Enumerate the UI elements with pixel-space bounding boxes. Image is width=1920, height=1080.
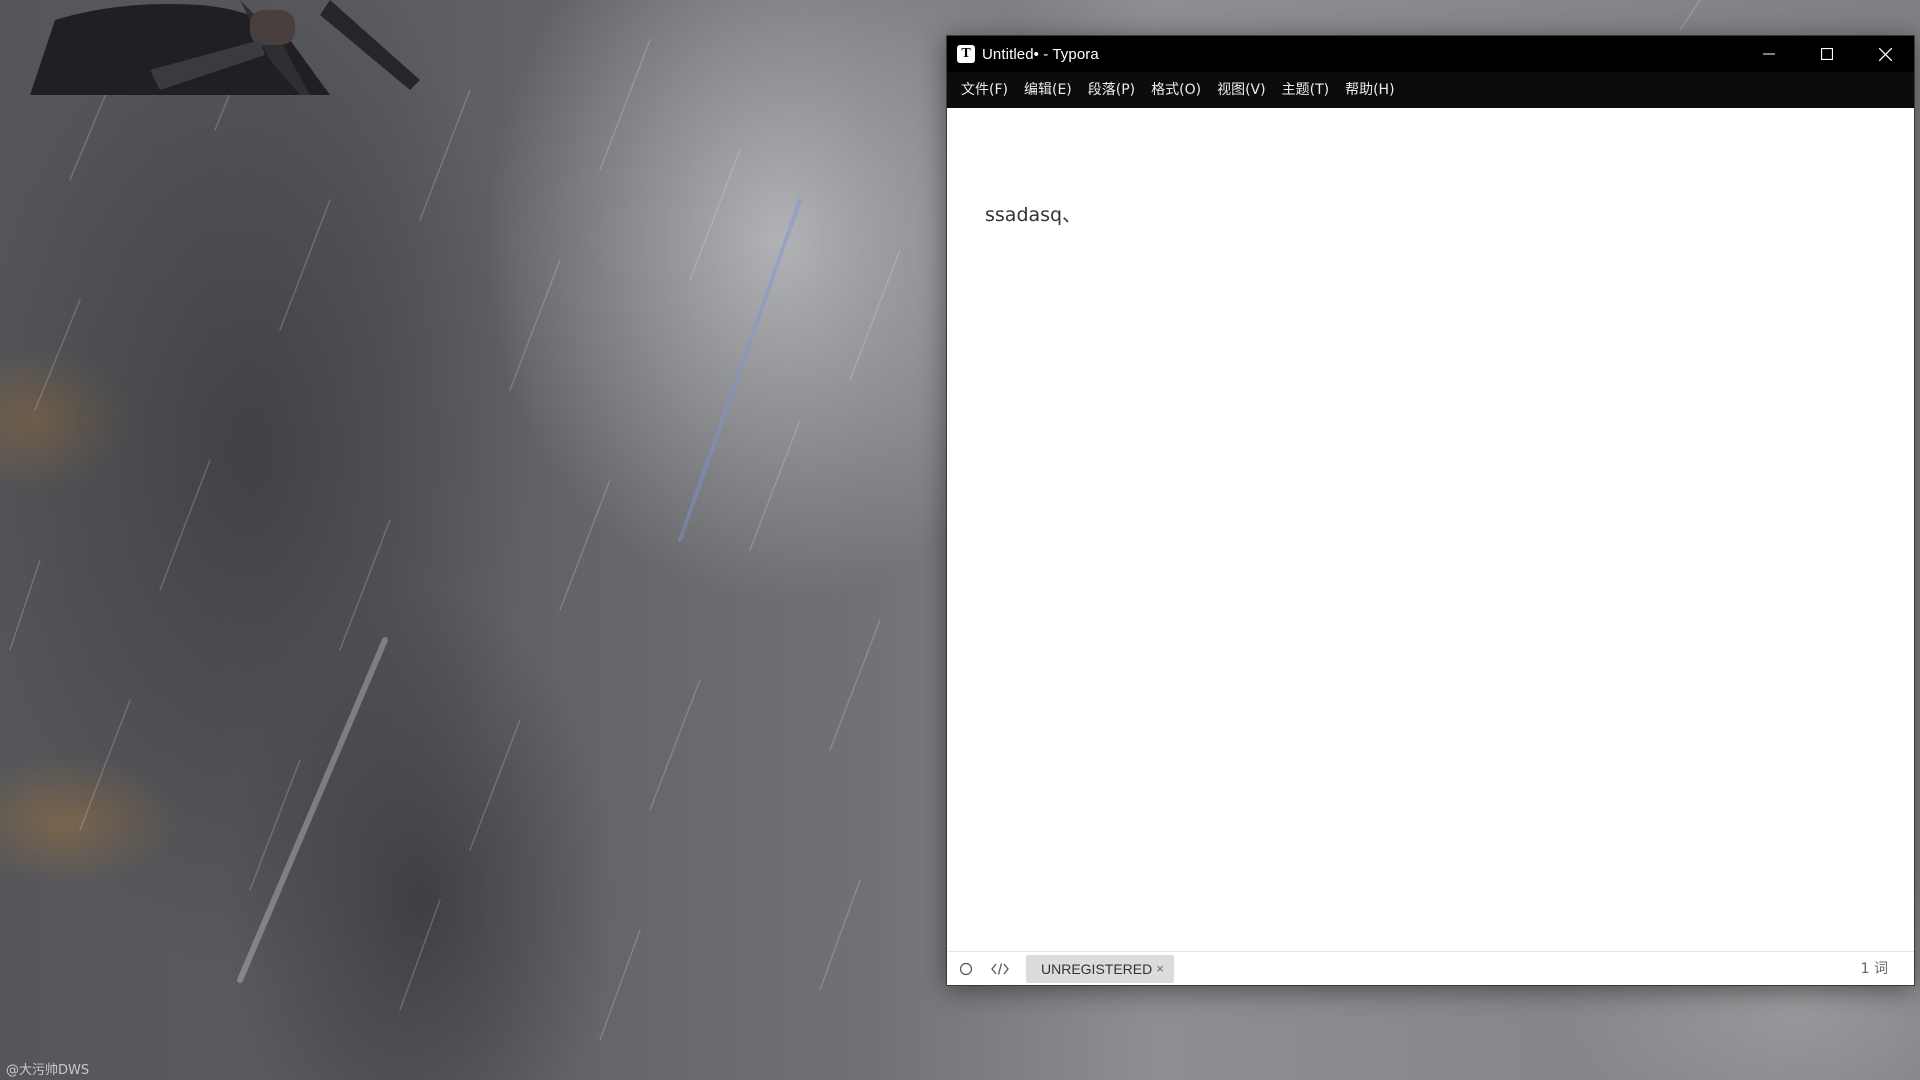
code-icon: [991, 962, 1009, 975]
typora-app-icon: T: [957, 45, 975, 63]
menu-help[interactable]: 帮助(H): [1337, 75, 1402, 105]
unregistered-close-button[interactable]: ×: [1156, 961, 1164, 976]
editor-area[interactable]: ssadasq、: [947, 108, 1914, 951]
maximize-icon: [1821, 48, 1833, 60]
menu-bar: 文件(F) 编辑(E) 段落(P) 格式(O) 视图(V) 主题(T) 帮助(H…: [947, 72, 1914, 108]
menu-paragraph[interactable]: 段落(P): [1080, 75, 1143, 105]
wallpaper-watermark: @大污帅DWS: [6, 1063, 90, 1078]
window-title: Untitled• - Typora: [982, 45, 1099, 63]
typora-window: T Untitled• - Typora 文件(F) 编辑(E) 段落(P) 格…: [946, 35, 1915, 986]
title-bar[interactable]: T Untitled• - Typora: [947, 36, 1914, 72]
circle-icon: [959, 962, 973, 975]
minimize-icon: [1763, 53, 1775, 55]
menu-file[interactable]: 文件(F): [953, 75, 1016, 105]
close-button[interactable]: [1856, 36, 1914, 72]
close-icon: [1878, 47, 1892, 61]
status-bar: UNREGISTERED × 1 词: [947, 951, 1914, 985]
unregistered-label: UNREGISTERED: [1041, 960, 1153, 977]
source-mode-button[interactable]: [986, 955, 1014, 983]
word-count[interactable]: 1 词: [1861, 952, 1888, 986]
outline-toggle-button[interactable]: [952, 955, 980, 983]
menu-theme[interactable]: 主题(T): [1274, 75, 1337, 105]
unregistered-badge[interactable]: UNREGISTERED ×: [1026, 954, 1174, 983]
menu-edit[interactable]: 编辑(E): [1016, 75, 1080, 105]
menu-view[interactable]: 视图(V): [1209, 75, 1274, 105]
wallpaper-figure: [30, 0, 420, 95]
minimize-button[interactable]: [1740, 36, 1798, 72]
editor-paragraph[interactable]: ssadasq、: [985, 200, 1081, 227]
menu-format[interactable]: 格式(O): [1143, 75, 1209, 105]
maximize-button[interactable]: [1798, 36, 1856, 72]
window-controls: [1740, 36, 1914, 72]
